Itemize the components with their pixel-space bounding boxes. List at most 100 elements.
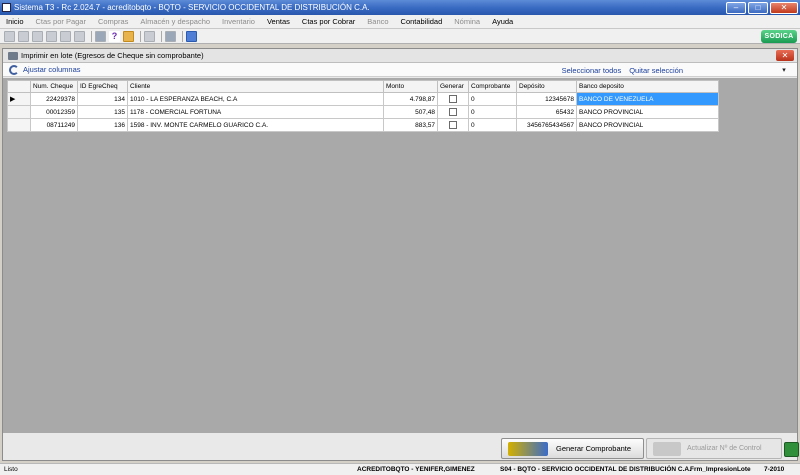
clear-selection-button[interactable]: Quitar selección [629,66,683,75]
cell-cliente[interactable]: 1598 - INV. MONTE CARMELO GUARICO C.A. [127,118,384,132]
printer-icon [8,51,18,60]
grid-toolbar: Ajustar columnas Seleccionar todos Quita… [3,63,797,77]
link-icon[interactable] [186,30,197,42]
menu-item-1[interactable]: Ctas por Pagar [30,17,92,26]
row-header[interactable]: ▶ [7,92,31,106]
cell-cliente[interactable]: 1178 - COMERCIAL FORTUNA [127,105,384,119]
table-row[interactable]: ▶ 22429378 134 1010 - LA ESPERANZA BEACH, C… [7,92,719,106]
cell-cliente[interactable]: 1010 - LA ESPERANZA BEACH, C.A [127,92,384,106]
column-header[interactable]: Banco deposito [576,80,719,93]
chevron-down-icon[interactable]: ▾ [779,66,789,74]
column-header[interactable]: ID EgreCheq [77,80,128,93]
generate-checkbox[interactable] [449,121,457,129]
cell-id-egrecheq[interactable]: 135 [77,105,128,119]
cell-generar[interactable] [437,118,469,132]
delete-icon[interactable] [46,30,57,42]
arrow-icon [653,441,681,456]
app-icon [2,3,11,12]
window-title-bar[interactable]: Sistema T3 - Rc 2.024.7 - acreditobqto -… [0,0,800,15]
menu-item-2[interactable]: Compras [92,17,134,26]
cell-banco[interactable]: BANCO PROVINCIAL [576,118,719,132]
generate-checkbox[interactable] [449,95,457,103]
cell-banco[interactable]: BANCO PROVINCIAL [576,105,719,119]
maximize-button[interactable]: □ [748,1,768,14]
minimize-button[interactable]: – [726,1,746,14]
new-icon[interactable] [4,30,15,42]
cell-deposito[interactable]: 3456765434567 [516,118,577,132]
cell-id-egrecheq[interactable]: 134 [77,92,128,106]
status-user: ACREDITOBQTO - YENIFER,GIMENEZ [357,466,475,473]
current-row-arrow-icon: ▶ [10,96,16,103]
cell-deposito[interactable]: 12345678 [516,92,577,106]
select-all-button[interactable]: Seleccionar todos [562,66,622,75]
menu-item-5[interactable]: Ventas [261,17,296,26]
column-header[interactable]: Num. Cheque [30,80,78,93]
column-header[interactable]: Comprobante [468,80,517,93]
generate-checkbox[interactable] [449,108,457,116]
menu-bar: Inicio Ctas por Pagar Compras Almacén y des… [0,15,800,29]
close-button[interactable]: ✕ [770,1,798,14]
open-icon[interactable] [18,30,29,42]
menu-item-3[interactable]: Almacén y despacho [134,17,216,26]
menu-item-0[interactable]: Inicio [0,17,30,26]
menu-item-6[interactable]: Ctas por Cobrar [296,17,361,26]
refresh-icon[interactable] [9,64,19,75]
cell-generar[interactable] [437,92,469,106]
column-header[interactable]: Cliente [127,80,384,93]
menu-item-8[interactable]: Contabilidad [395,17,449,26]
toolbar-separator [140,30,141,42]
child-window: Imprimir en lote (Egresos de Cheque sin … [2,48,799,461]
generate-voucher-button[interactable]: Generar Comprobante [501,438,644,459]
column-header[interactable]: Depósito [516,80,577,93]
child-close-button[interactable]: ✕ [776,50,794,61]
grid-area: Num. Cheque ID EgreCheq Cliente Monto Genera… [3,78,797,433]
cell-monto[interactable]: 883,57 [383,118,438,132]
edit-icon[interactable] [123,30,134,42]
row-header[interactable] [7,105,31,119]
brand-badge: SODICA [761,30,797,43]
child-title-bar: Imprimir en lote (Egresos de Cheque sin … [3,49,797,63]
update-control-number-label: Actualizar Nº de Control [687,445,762,452]
status-bar: Listo ACREDITOBQTO - YENIFER,GIMENEZ S04… [0,463,800,475]
cell-banco[interactable]: BANCO DE VENEZUELA [576,92,719,106]
window-title: Sistema T3 - Rc 2.024.7 - acreditobqto -… [14,3,370,12]
row-header[interactable] [7,118,31,132]
menu-item-4[interactable]: Inventario [216,17,261,26]
update-control-number-button[interactable]: Actualizar Nº de Control [646,438,782,459]
toolbar-separator [182,30,183,42]
checks-grid: Num. Cheque ID EgreCheq Cliente Monto Genera… [7,80,719,132]
status-company: S04 - BQTO - SERVICIO OCCIDENTAL DE DIST… [500,466,691,473]
calendar-icon[interactable] [144,30,155,42]
toolbar-separator [161,30,162,42]
column-header[interactable]: Generar [437,80,469,93]
cell-num-cheque[interactable]: 22429378 [30,92,78,106]
record-icon[interactable] [74,30,85,42]
status-period: 7-2010 [764,466,785,473]
column-header[interactable]: Monto [383,80,438,93]
status-ready: Listo [4,466,18,473]
cell-generar[interactable] [437,105,469,119]
cell-id-egrecheq[interactable]: 136 [77,118,128,132]
cell-monto[interactable]: 507,48 [383,105,438,119]
save-icon[interactable] [32,30,43,42]
cell-monto[interactable]: 4.798,87 [383,92,438,106]
cell-comprobante[interactable]: 0 [468,92,517,106]
help-icon[interactable]: ? [109,30,120,42]
cell-deposito[interactable]: 65432 [516,105,577,119]
table-row[interactable]: 08711249 136 1598 - INV. MONTE CARMELO GUA… [7,118,719,132]
print-icon[interactable] [95,30,106,42]
menu-item-10[interactable]: Ayuda [486,17,519,26]
cell-num-cheque[interactable]: 00012359 [30,105,78,119]
cell-num-cheque[interactable]: 08711249 [30,118,78,132]
adjust-columns-button[interactable]: Ajustar columnas [23,65,81,74]
generate-icon [508,441,548,456]
lightning-icon[interactable] [60,30,71,42]
recycle-icon[interactable] [784,442,799,457]
status-form: Frm_ImpresionLote [690,466,751,473]
cell-comprobante[interactable]: 0 [468,118,517,132]
cell-comprobante[interactable]: 0 [468,105,517,119]
menu-item-9[interactable]: Nómina [448,17,486,26]
printer-icon[interactable] [165,30,176,42]
menu-item-7[interactable]: Banco [361,17,394,26]
table-row[interactable]: 00012359 135 1178 - COMERCIAL FORTUNA 507,4… [7,105,719,119]
